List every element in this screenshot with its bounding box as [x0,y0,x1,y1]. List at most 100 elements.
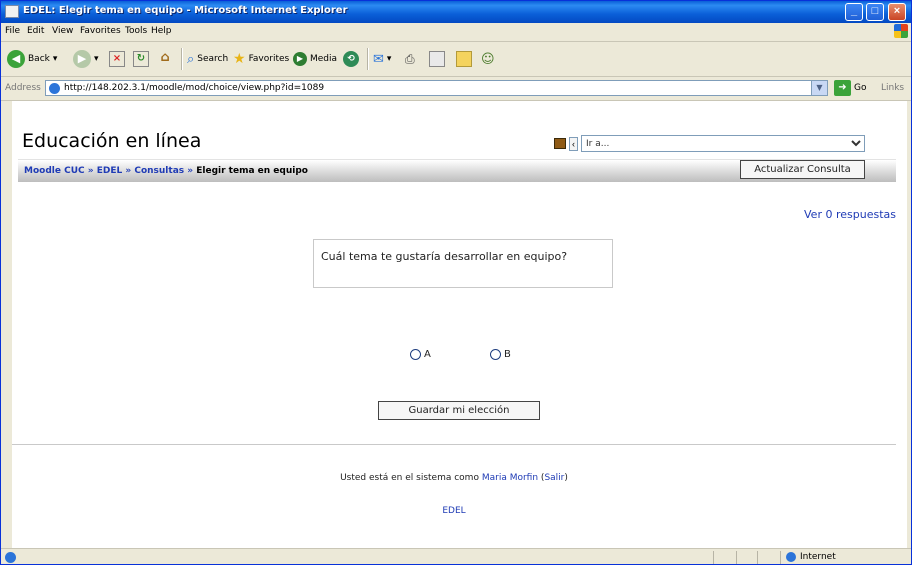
messenger-button[interactable]: ☺ [481,49,495,69]
back-label: Back [28,54,50,64]
view-responses-link[interactable]: Ver 0 respuestas [804,208,896,221]
update-choice-button[interactable]: Actualizar Consulta [740,160,865,179]
search-icon: ⌕ [187,51,195,67]
address-input[interactable]: http://148.202.3.1/moodle/mod/choice/vie… [45,80,828,96]
history-icon: ⟲ [343,51,359,67]
media-button[interactable]: ▶ Media [293,49,337,69]
menu-edit[interactable]: Edit [27,26,44,36]
close-button[interactable]: × [888,3,906,21]
save-choice-button[interactable]: Guardar mi elección [378,401,540,420]
mail-icon: ✉ [373,51,384,67]
jump-to-select[interactable]: Ir a... [581,135,865,152]
breadcrumb-course[interactable]: EDEL [97,166,123,176]
login-info: Usted está en el sistema como Maria Morf… [12,473,896,483]
media-label: Media [310,54,338,64]
history-button[interactable]: ⟲ [343,49,359,69]
site-title: Educación en línea [22,130,202,152]
print-button[interactable]: ⎙ [405,49,415,69]
menu-file[interactable]: File [5,26,20,36]
menu-tools[interactable]: Tools [125,26,147,36]
user-profile-link[interactable]: Maria Morfin [482,473,538,483]
zone-label: Internet [800,552,836,562]
status-divider [780,551,781,564]
go-label: Go [854,83,867,93]
windows-logo-icon [894,24,908,38]
print-icon: ⎙ [405,51,415,66]
favorites-label: Favorites [248,54,290,64]
go-button[interactable]: ➜ Go [834,80,866,96]
forward-dropdown-icon: ▾ [94,54,99,64]
radio-b[interactable] [490,349,501,360]
option-b[interactable]: B [490,349,511,360]
jump-menu: ‹ Ir a... [554,135,865,152]
toolbar-separator [367,48,369,70]
refresh-button[interactable]: ↻ [133,49,149,69]
media-icon: ▶ [293,52,307,66]
status-bar: Internet [1,548,911,564]
stop-icon: × [109,51,125,67]
login-prefix: Usted está en el sistema como [340,473,479,483]
address-bar: Address http://148.202.3.1/moodle/mod/ch… [1,77,911,101]
search-label: Search [197,54,229,64]
stop-button[interactable]: × [109,49,125,69]
minimize-button[interactable]: _ [845,3,863,21]
maximize-button[interactable]: □ [866,3,884,21]
edit-button[interactable] [429,49,445,69]
breadcrumb-separator: » [187,166,194,176]
security-zone: Internet [786,552,836,562]
status-divider [736,551,737,564]
activity-icon [554,138,566,149]
breadcrumb-separator: » [87,166,94,176]
address-dropdown-icon[interactable]: ▼ [811,81,827,95]
search-button[interactable]: ⌕ Search [187,49,228,69]
messenger-icon: ☺ [481,51,495,67]
question-box: Cuál tema te gustaría desarrollar en equ… [313,239,613,288]
status-divider [757,551,758,564]
mail-button[interactable]: ✉ ▾ [373,49,391,69]
breadcrumb-home[interactable]: Moodle CUC [24,166,85,176]
page-status-icon [5,552,16,563]
menu-bar: File Edit View Favorites Tools Help [1,23,911,42]
logout-link[interactable]: Salir [544,473,564,483]
back-button[interactable]: ◀ Back ▾ [7,49,57,69]
favorites-star-icon: ★ [233,51,246,67]
globe-icon [786,552,796,562]
address-label: Address [5,83,41,93]
home-button[interactable]: ⌂ [157,49,173,69]
breadcrumb: Moodle CUC » EDEL » Consultas » Elegir t… [24,166,308,176]
status-divider [713,551,714,564]
forward-button[interactable]: ▶ ▾ [73,49,99,69]
option-b-label: B [504,349,511,360]
menu-help[interactable]: Help [151,26,172,36]
folder-icon [456,51,472,67]
radio-a[interactable] [410,349,421,360]
forward-arrow-icon: ▶ [73,50,91,68]
window-edge [907,101,911,548]
toolbar-separator [181,48,183,70]
home-icon: ⌂ [160,50,170,65]
title-bar[interactable]: EDEL: Elegir tema en equipo - Microsoft … [1,1,911,23]
footer-divider [12,444,896,445]
menu-view[interactable]: View [52,26,73,36]
breadcrumb-section[interactable]: Consultas [134,166,184,176]
option-a-label: A [424,349,431,360]
page-content: Educación en línea ‹ Ir a... Moodle CUC … [12,101,908,548]
back-dropdown-icon: ▾ [52,54,58,64]
window-title: EDEL: Elegir tema en equipo - Microsoft … [23,5,348,16]
menu-favorites[interactable]: Favorites [80,26,121,36]
browser-window: EDEL: Elegir tema en equipo - Microsoft … [0,0,912,565]
option-a[interactable]: A [410,349,431,360]
back-arrow-icon: ◀ [7,50,25,68]
links-toolbar[interactable]: Links [881,83,904,93]
discuss-button[interactable] [456,49,472,69]
refresh-icon: ↻ [133,51,149,67]
footer-course-link[interactable]: EDEL [12,506,896,516]
breadcrumb-separator: » [125,166,132,176]
ie-page-icon [5,5,19,18]
ie-page-icon [49,83,60,94]
address-url: http://148.202.3.1/moodle/mod/choice/vie… [64,83,325,93]
breadcrumb-current: Elegir tema en equipo [196,166,308,176]
go-arrow-icon: ➜ [834,80,851,96]
favorites-button[interactable]: ★ Favorites [233,49,289,69]
previous-activity-button[interactable]: ‹ [569,136,578,151]
